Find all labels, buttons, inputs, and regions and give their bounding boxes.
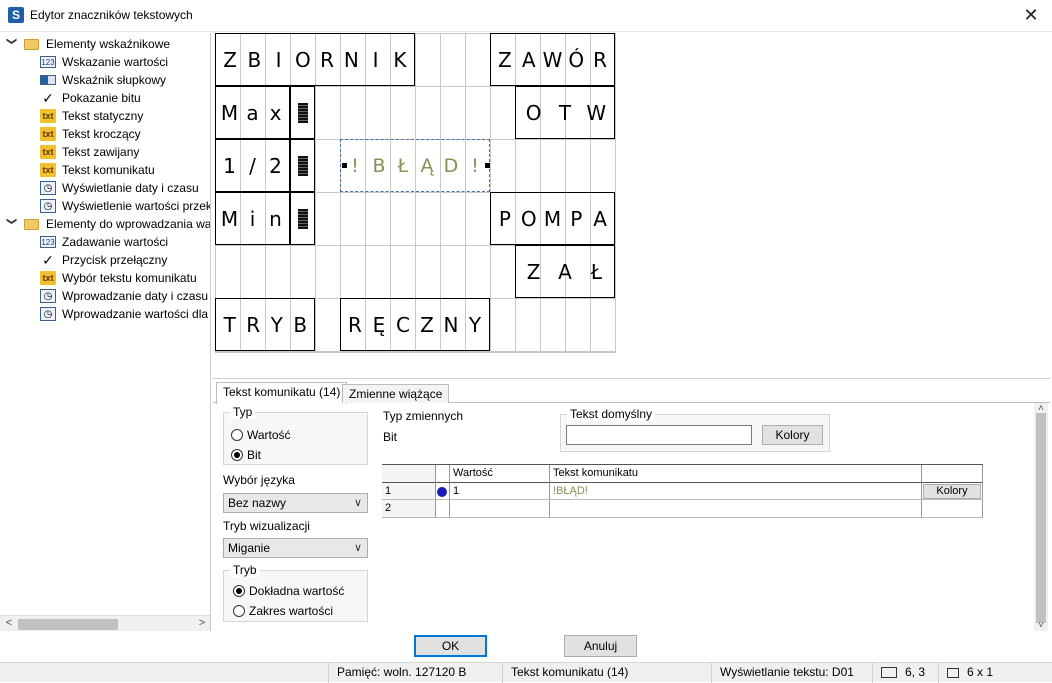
status-size: 6 x 1 bbox=[938, 663, 993, 683]
column-header-value[interactable]: Wartość bbox=[450, 465, 550, 483]
grid-field-zal[interactable]: ZAŁ bbox=[515, 245, 615, 298]
datetime-icon: ◷ bbox=[40, 181, 56, 195]
message-select-icon: txt bbox=[40, 271, 56, 285]
status-bar: Pamięć: woln. 127120 B Tekst komunikatu … bbox=[0, 662, 1052, 683]
app-icon: S bbox=[8, 7, 24, 23]
tab-message-text[interactable]: Tekst komunikatu (14) bbox=[216, 382, 348, 404]
grid-field-max[interactable]: Max bbox=[215, 86, 290, 139]
column-header-message-text[interactable]: Tekst komunikatu bbox=[550, 465, 922, 483]
mode-group: Tryb Dokładna wartość Zakres wartości bbox=[223, 563, 368, 622]
grid-field-blad-selected[interactable]: ! B Ł Ą D! bbox=[340, 139, 490, 192]
grid-field-otw[interactable]: OTW bbox=[515, 86, 615, 139]
scroll-down-icon[interactable]: ˅ bbox=[1035, 620, 1047, 631]
language-label: Wybór języka bbox=[223, 473, 295, 487]
grid-field-half[interactable]: 1/2 bbox=[215, 139, 290, 192]
numeric-display-icon: 123 bbox=[40, 56, 56, 68]
cell-colors[interactable] bbox=[922, 500, 983, 518]
grid-field-max-bar[interactable] bbox=[290, 86, 315, 139]
table-row[interactable] bbox=[436, 500, 450, 518]
grid-field-zbiornik[interactable]: ZBIORNIK bbox=[215, 33, 415, 86]
static-text-icon: txt bbox=[40, 109, 56, 123]
scroll-right-icon[interactable]: > bbox=[195, 617, 209, 629]
grid-field-min[interactable]: Min bbox=[215, 192, 290, 245]
status-memory: Pamięć: woln. 127120 B bbox=[328, 663, 466, 683]
tree-horizontal-scrollbar[interactable]: < > bbox=[0, 615, 210, 631]
resize-handle-right[interactable] bbox=[485, 163, 490, 168]
column-header-colors bbox=[922, 465, 983, 483]
checkmark-icon: ✓ bbox=[42, 90, 54, 106]
close-button[interactable]: ✕ bbox=[1020, 4, 1042, 26]
current-row-dot-icon bbox=[437, 487, 447, 497]
message-text-icon: txt bbox=[40, 163, 56, 177]
grid-field-min-bar[interactable] bbox=[290, 192, 315, 245]
chevron-down-icon[interactable]: ❯ bbox=[2, 37, 20, 51]
status-display: Wyświetlanie tekstu: D01 bbox=[711, 663, 854, 683]
language-select[interactable]: Bez nazwy ∨ bbox=[223, 493, 368, 513]
status-element: Tekst komunikatu (14) bbox=[502, 663, 628, 683]
datetime-input-icon: ◷ bbox=[40, 289, 56, 303]
datetime-input-icon: ◷ bbox=[40, 307, 56, 321]
tab-bound-variables[interactable]: Zmienne wiążące bbox=[342, 384, 450, 403]
chevron-down-icon[interactable]: ∨ bbox=[354, 494, 362, 512]
variable-type-value: Bit bbox=[383, 430, 398, 444]
default-text-group: Tekst domyślny Kolory bbox=[560, 407, 830, 452]
table-marker-header bbox=[436, 465, 450, 483]
value-bar-icon bbox=[297, 155, 308, 176]
wrapped-text-icon: txt bbox=[40, 145, 56, 159]
visualization-mode-label: Tryb wizualizacji bbox=[223, 519, 310, 533]
visualization-mode-select[interactable]: Miganie ∨ bbox=[223, 538, 368, 558]
position-icon bbox=[881, 667, 897, 679]
cell-colors: Kolory bbox=[922, 483, 983, 500]
default-colors-button[interactable]: Kolory bbox=[762, 425, 823, 445]
datetime-icon: ◷ bbox=[40, 199, 56, 213]
toggle-button-icon: ✓ bbox=[42, 252, 54, 268]
variable-type-label: Typ zmiennych bbox=[383, 409, 464, 423]
resize-handle-left[interactable] bbox=[342, 163, 347, 168]
bar-indicator-icon bbox=[40, 75, 56, 85]
numeric-input-icon: 123 bbox=[40, 236, 56, 248]
message-table: Wartość Tekst komunikatu 1 1 !BŁĄD! Kolo… bbox=[382, 464, 983, 518]
tab-strip: Tekst komunikatu (14) Zmienne wiążące bbox=[213, 381, 1050, 404]
row-header[interactable]: 2 bbox=[382, 500, 436, 518]
grid-field-zawor[interactable]: ZAWÓR bbox=[490, 33, 615, 86]
scroll-up-icon[interactable]: ˄ bbox=[1035, 403, 1047, 414]
table-corner bbox=[382, 465, 436, 483]
grid-field-pompa[interactable]: POMPA bbox=[490, 192, 615, 245]
grid-field-reczny[interactable]: RĘCZNY bbox=[340, 298, 490, 351]
row-header[interactable]: 1 bbox=[382, 483, 436, 500]
grid-field-half-bar[interactable] bbox=[290, 139, 315, 192]
cancel-button[interactable]: Anuluj bbox=[564, 635, 637, 657]
scrollbar-thumb[interactable] bbox=[1036, 413, 1046, 623]
value-bar-icon bbox=[297, 208, 308, 229]
size-icon bbox=[947, 667, 959, 678]
scroll-left-icon[interactable]: < bbox=[2, 617, 16, 629]
text-grid-editor[interactable]: ZBIORNIK ZAWÓR Max OTW 1/2 ! B Ł Ą D! Min PO… bbox=[213, 33, 1050, 379]
cell-message-text[interactable] bbox=[550, 500, 922, 518]
type-group: Typ Wartość Bit bbox=[223, 405, 368, 465]
cell-value[interactable] bbox=[450, 500, 550, 518]
row-colors-button[interactable]: Kolory bbox=[923, 484, 981, 499]
character-grid[interactable]: ZBIORNIK ZAWÓR Max OTW 1/2 ! B Ł Ą D! Min PO… bbox=[215, 33, 616, 353]
status-position: 6, 3 bbox=[872, 663, 925, 683]
cell-value[interactable]: 1 bbox=[450, 483, 550, 500]
title-bar: S Edytor znaczników tekstowych ✕ bbox=[0, 0, 1052, 32]
scrolling-text-icon: txt bbox=[40, 127, 56, 141]
cell-message-text[interactable]: !BŁĄD! bbox=[550, 483, 922, 500]
panel-vertical-scrollbar[interactable]: ˄ ˅ bbox=[1034, 403, 1048, 631]
element-tree: ❯ Elementy wskaźnikowe 123 Wskazanie war… bbox=[0, 33, 211, 631]
folder-icon bbox=[24, 39, 39, 50]
value-bar-icon bbox=[297, 102, 308, 123]
folder-icon bbox=[24, 219, 39, 230]
chevron-down-icon[interactable]: ∨ bbox=[354, 539, 362, 557]
grid-field-tryb[interactable]: TRYB bbox=[215, 298, 315, 351]
chevron-down-icon[interactable]: ❯ bbox=[2, 217, 20, 231]
scrollbar-thumb[interactable] bbox=[18, 619, 118, 630]
properties-panel: Tekst komunikatu (14) Zmienne wiążące Ty… bbox=[213, 381, 1050, 631]
window-title: Edytor znaczników tekstowych bbox=[30, 8, 193, 22]
default-text-input[interactable] bbox=[566, 425, 752, 445]
ok-button[interactable]: OK bbox=[414, 635, 487, 657]
